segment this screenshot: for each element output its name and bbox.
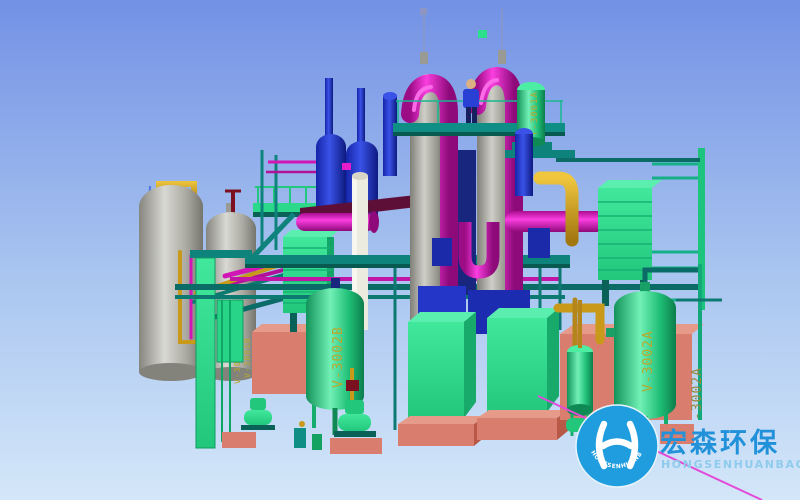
skid-foundation-b [477,410,569,440]
cad-render-viewport: V-3001A V-3001B [0,0,800,500]
gray-storage-tank-1 [139,181,203,381]
vessel-b-label: V-3002B [331,326,346,388]
vessel-a-wall-label: -3002A [690,367,705,420]
logo-name-en: HONGSENHUANBAO [661,458,800,471]
magenta-fitting [342,163,351,170]
worker-head [466,79,476,89]
pump-foundation [330,438,382,454]
foundation-pad-left [222,432,256,448]
vessel-a-label: V-3002A [641,330,656,392]
logo-circle [576,405,658,487]
worker-torso [463,89,479,108]
top-tank-label: T-3001A [530,91,540,136]
side-nozzle [606,328,615,337]
skid-foundation-a [398,416,486,446]
logo-name-cn: 宏森环保 [660,427,780,459]
left-tank-label-b: V-3001B [243,337,252,378]
plant-3d-scene: V-3001A V-3001B [0,0,800,500]
green-skid-box-a [408,312,476,418]
